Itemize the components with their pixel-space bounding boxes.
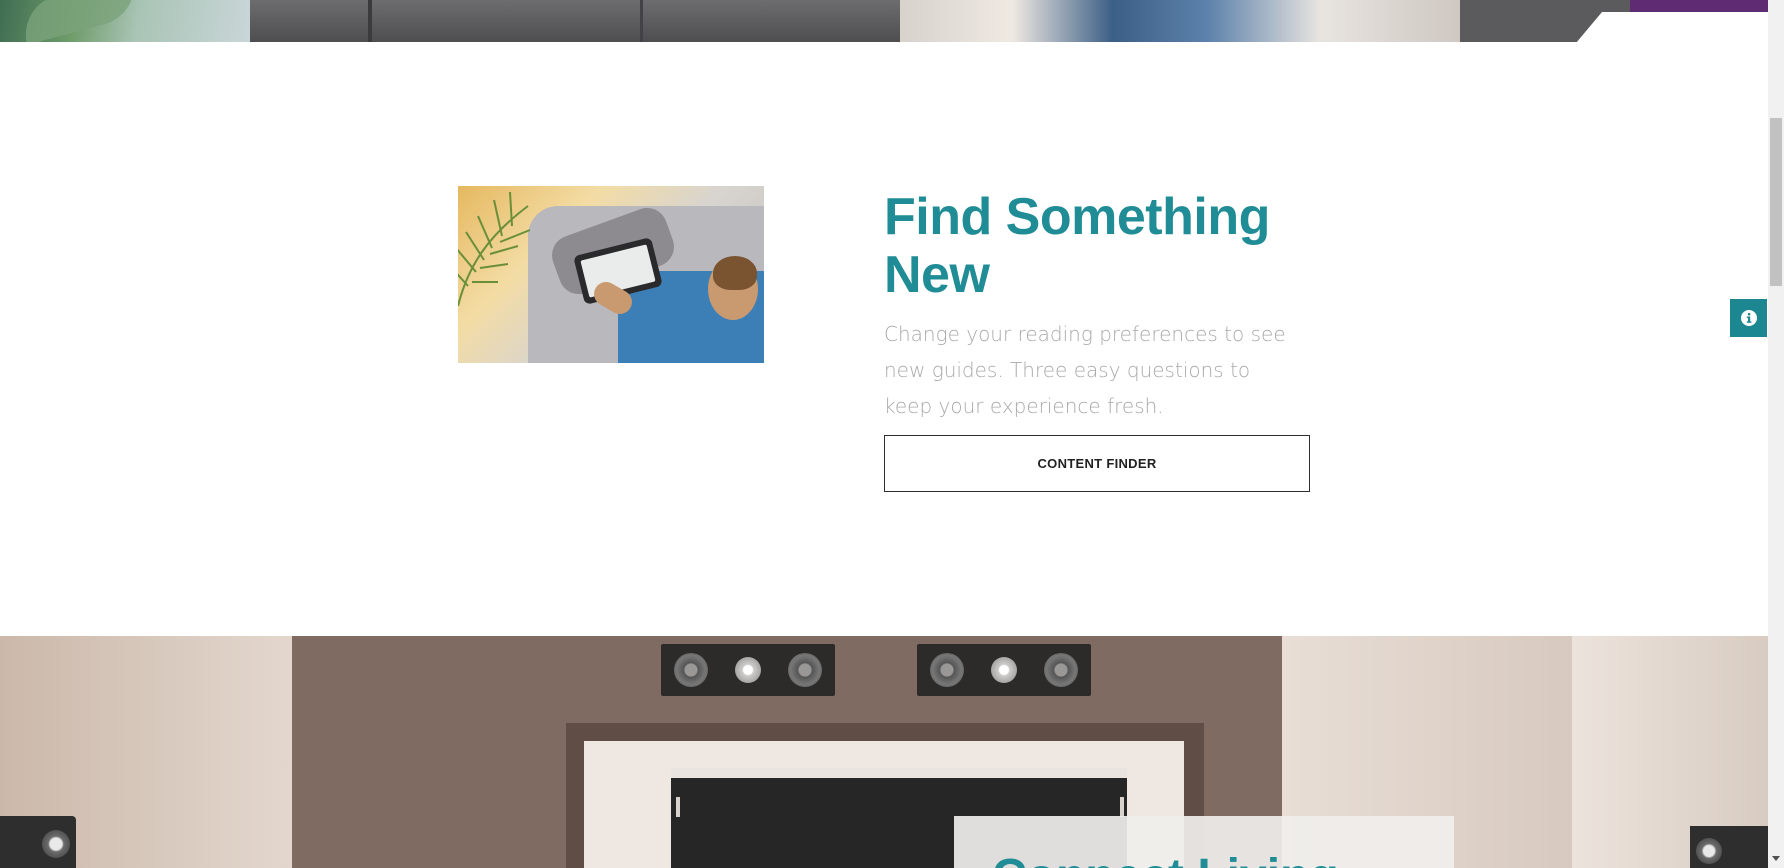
hero-image-strip [0,0,1768,42]
speaker-cone [1696,838,1722,864]
next-section-title: Connect Living [992,850,1339,868]
man-with-tablet-image [458,186,764,363]
fern-plant [458,191,531,306]
woofer [787,653,822,687]
woofer [1043,653,1078,687]
cushion-seam [368,0,372,42]
scrollbar-thumb[interactable] [1770,118,1782,286]
tv-bracket [1120,797,1124,817]
info-tab-button[interactable] [1730,299,1767,337]
tweeter [734,657,761,683]
speaker-cone [42,830,70,858]
woofer [930,653,965,687]
person-seated [900,0,1460,42]
feature-title: Find Something New [884,188,1270,304]
angled-section-divider [1568,12,1768,42]
scroll-down-arrow-icon[interactable] [1772,856,1780,861]
cushion-seam [640,0,643,42]
next-section-card: Connect Living [954,816,1454,868]
floor-speaker-right [1690,826,1768,868]
floor-speaker-left [0,816,76,868]
woofer [674,653,709,687]
hair [713,256,757,290]
sofa-cushions [250,0,910,42]
feature-description: Change your reading preferences to see n… [884,322,1286,418]
purple-accent-bar [1630,0,1768,12]
wall-speaker-right [917,644,1091,696]
home-theater-section: Connect Living [0,636,1768,868]
tweeter [990,657,1017,683]
wall-speaker-left [661,644,835,696]
info-icon [1740,310,1757,326]
content-finder-button[interactable]: CONTENT FINDER [884,435,1310,492]
tv-bracket [676,797,680,817]
